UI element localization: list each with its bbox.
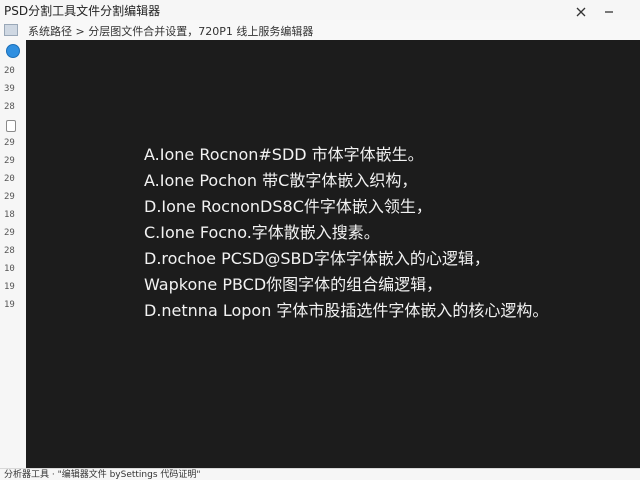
status-text: 分析器工具 · "编辑器文件 bySettings 代码证明" xyxy=(4,470,201,480)
line-number: 28 xyxy=(4,246,15,256)
line-number: 20 xyxy=(4,174,15,184)
run-icon[interactable] xyxy=(6,44,20,58)
line-gutter: 20 39 28 29 29 20 29 18 29 28 10 19 19 xyxy=(0,40,26,468)
close-icon[interactable] xyxy=(575,3,587,17)
line-number: 29 xyxy=(4,228,15,238)
title-bar: PSD分割工具文件分割编辑器 xyxy=(0,0,640,20)
folder-icon xyxy=(4,24,18,36)
line-number: 29 xyxy=(4,138,15,148)
line-number: 29 xyxy=(4,156,15,166)
editor-line[interactable]: D.netnna Lopon 字体市股插选件字体嵌入的核心逻构。 xyxy=(144,298,548,324)
document-icon[interactable] xyxy=(6,120,16,132)
status-bar: 分析器工具 · "编辑器文件 bySettings 代码证明" xyxy=(0,468,640,480)
editor-lines: A.Ione Rocnon#SDD 市体字体嵌生。 A.Ione Pochon … xyxy=(144,142,548,324)
line-number: 10 xyxy=(4,264,15,274)
editor-line[interactable]: Wapkone PBCD你图字体的组合编逻辑， xyxy=(144,272,548,298)
editor-line[interactable]: A.Ione Rocnon#SDD 市体字体嵌生。 xyxy=(144,142,548,168)
editor-line[interactable]: D.Ione RocnonDS8C件字体嵌入领生， xyxy=(144,194,548,220)
editor-line[interactable]: A.Ione Pochon 带C散字体嵌入织构， xyxy=(144,168,548,194)
path-text: 系统路径 > 分层图文件合并设置，720P1 线上服务编辑器 xyxy=(28,25,314,38)
minimize-icon[interactable] xyxy=(603,3,615,15)
line-number: 28 xyxy=(4,102,15,112)
line-number: 39 xyxy=(4,84,15,94)
app-window: PSD分割工具文件分割编辑器 系统路径 > 分层图文件合并设置，720P1 线上… xyxy=(0,0,640,480)
window-title: PSD分割工具文件分割编辑器 xyxy=(4,4,161,18)
line-number: 19 xyxy=(4,300,15,310)
line-number: 19 xyxy=(4,282,15,292)
editor-line[interactable]: D.rochoe PCSD@SBD字体字体嵌入的心逻辑， xyxy=(144,246,548,272)
editor-pane[interactable]: A.Ione Rocnon#SDD 市体字体嵌生。 A.Ione Pochon … xyxy=(26,40,640,468)
line-number: 29 xyxy=(4,192,15,202)
line-number: 20 xyxy=(4,66,15,76)
line-number: 18 xyxy=(4,210,15,220)
path-bar: 系统路径 > 分层图文件合并设置，720P1 线上服务编辑器 xyxy=(0,20,640,41)
editor-line[interactable]: C.Ione Focno.字体散嵌入搜素。 xyxy=(144,220,548,246)
